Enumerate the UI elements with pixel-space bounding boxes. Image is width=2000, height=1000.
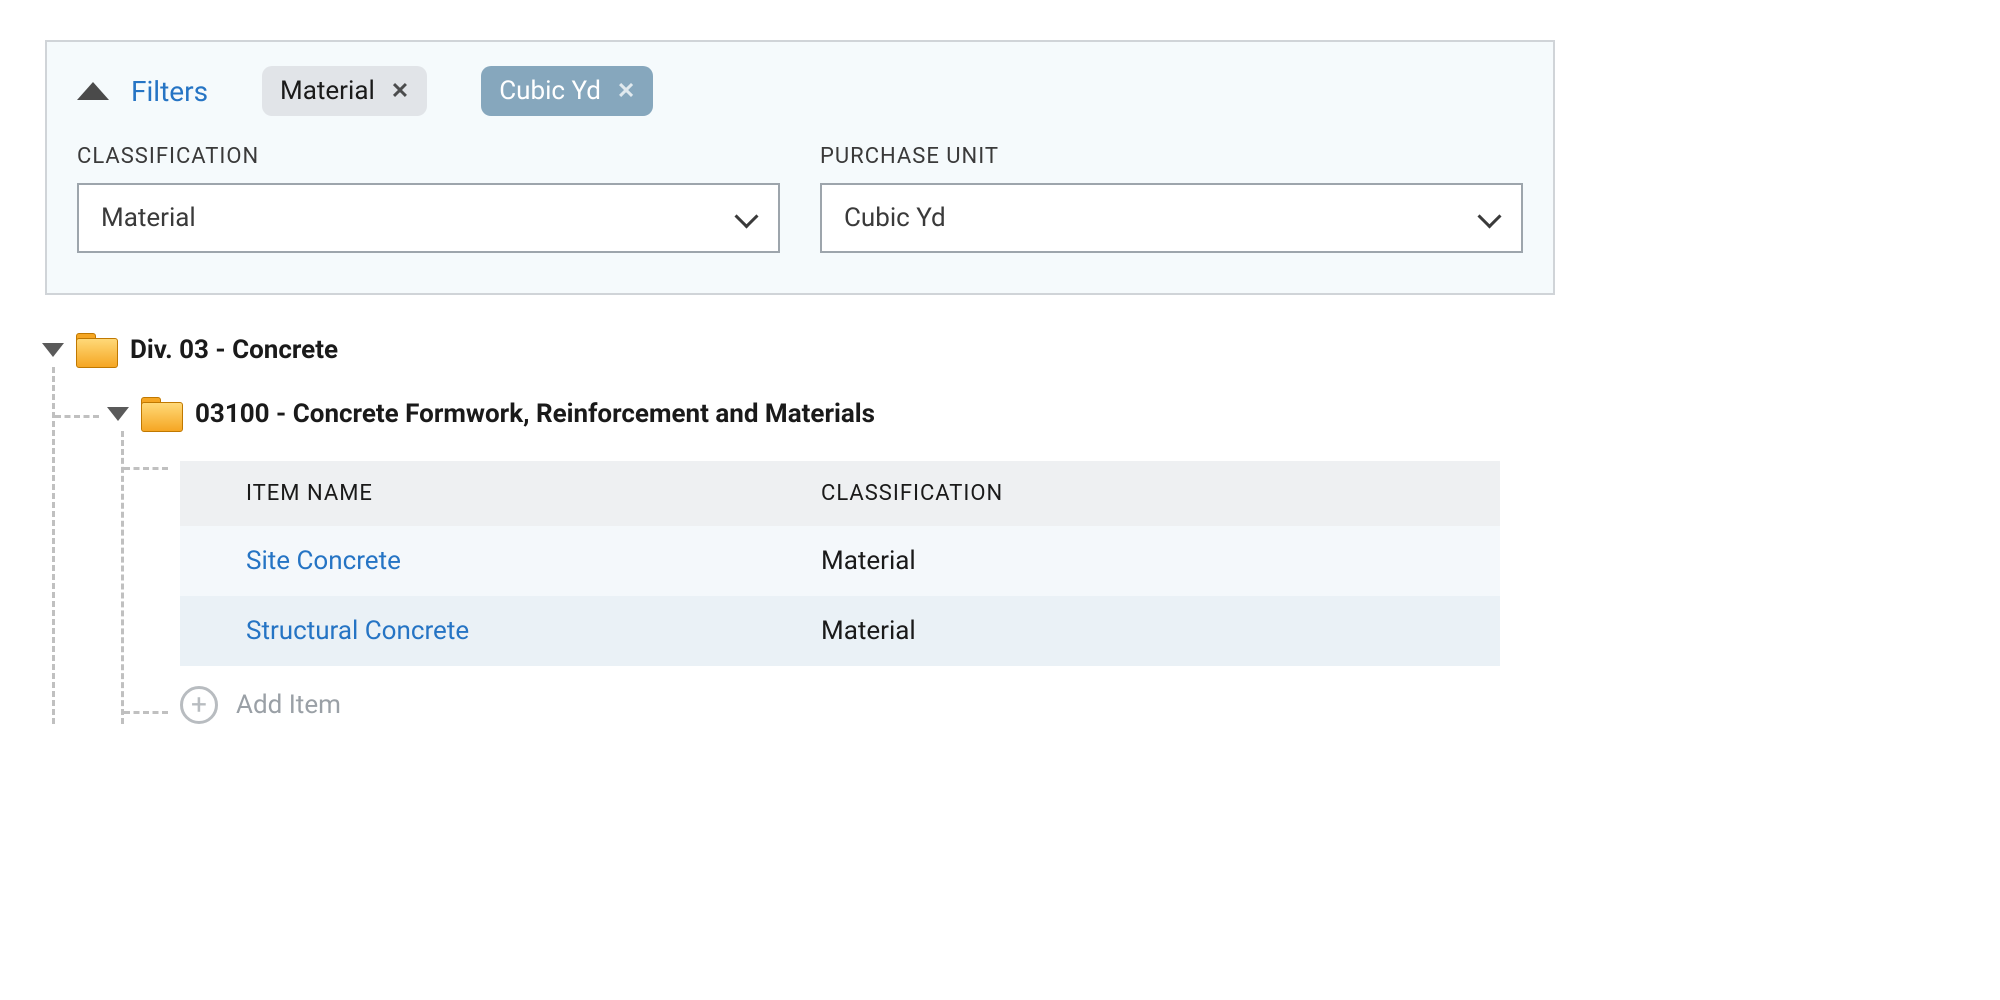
filter-chip-label: Material — [280, 76, 375, 106]
filter-panel: Filters Material ✕ Cubic Yd ✕ CLASSIFICA… — [45, 40, 1555, 295]
table-row: Site Concrete Material — [180, 526, 1500, 596]
tree-node-label: Div. 03 - Concrete — [130, 335, 338, 365]
filter-header: Filters Material ✕ Cubic Yd ✕ — [77, 66, 1523, 116]
subtree: 03100 - Concrete Formwork, Reinforcement… — [52, 367, 2000, 724]
filter-chip-label: Cubic Yd — [499, 76, 601, 106]
caret-down-icon[interactable] — [42, 343, 64, 357]
table-row: Structural Concrete Material — [180, 596, 1500, 666]
classification-select[interactable]: Material — [77, 183, 780, 253]
plus-circle-icon: + — [180, 686, 218, 724]
filter-fields: CLASSIFICATION Material PURCHASE UNIT Cu… — [77, 144, 1523, 253]
chevron-down-icon — [738, 213, 756, 223]
purchase-unit-field: PURCHASE UNIT Cubic Yd — [820, 144, 1523, 253]
tree-node-div-03[interactable]: Div. 03 - Concrete — [42, 333, 2000, 367]
item-link[interactable]: Site Concrete — [246, 546, 821, 576]
folder-icon — [141, 397, 183, 431]
close-icon[interactable]: ✕ — [617, 79, 635, 104]
col-header-classification: CLASSIFICATION — [821, 481, 1500, 506]
tree-node-03100[interactable]: 03100 - Concrete Formwork, Reinforcement… — [107, 397, 2000, 431]
purchase-unit-label: PURCHASE UNIT — [820, 144, 1523, 169]
subtree: ITEM NAME CLASSIFICATION Site Concrete M… — [121, 431, 2000, 724]
filters-toggle[interactable]: Filters — [131, 75, 208, 108]
folder-icon — [76, 333, 118, 367]
item-classification: Material — [821, 616, 1500, 646]
tree-node-label: 03100 - Concrete Formwork, Reinforcement… — [195, 399, 875, 429]
caret-down-icon[interactable] — [107, 407, 129, 421]
item-classification: Material — [821, 546, 1500, 576]
chevron-down-icon — [1481, 213, 1499, 223]
col-header-name: ITEM NAME — [246, 481, 821, 506]
classification-label: CLASSIFICATION — [77, 144, 780, 169]
purchase-unit-value: Cubic Yd — [844, 203, 946, 233]
item-link[interactable]: Structural Concrete — [246, 616, 821, 646]
classification-value: Material — [101, 203, 196, 233]
items-table: ITEM NAME CLASSIFICATION Site Concrete M… — [180, 461, 1500, 666]
purchase-unit-select[interactable]: Cubic Yd — [820, 183, 1523, 253]
add-item-label: Add Item — [236, 690, 341, 720]
classification-field: CLASSIFICATION Material — [77, 144, 780, 253]
close-icon[interactable]: ✕ — [391, 79, 409, 104]
add-item-button[interactable]: + Add Item — [180, 686, 2000, 724]
items-header: ITEM NAME CLASSIFICATION — [180, 461, 1500, 526]
filter-chip-material[interactable]: Material ✕ — [262, 66, 427, 116]
filter-chip-cubic-yd[interactable]: Cubic Yd ✕ — [481, 66, 653, 116]
tree: Div. 03 - Concrete 03100 - Concrete Form… — [42, 333, 2000, 724]
collapse-caret-icon[interactable] — [77, 82, 109, 100]
